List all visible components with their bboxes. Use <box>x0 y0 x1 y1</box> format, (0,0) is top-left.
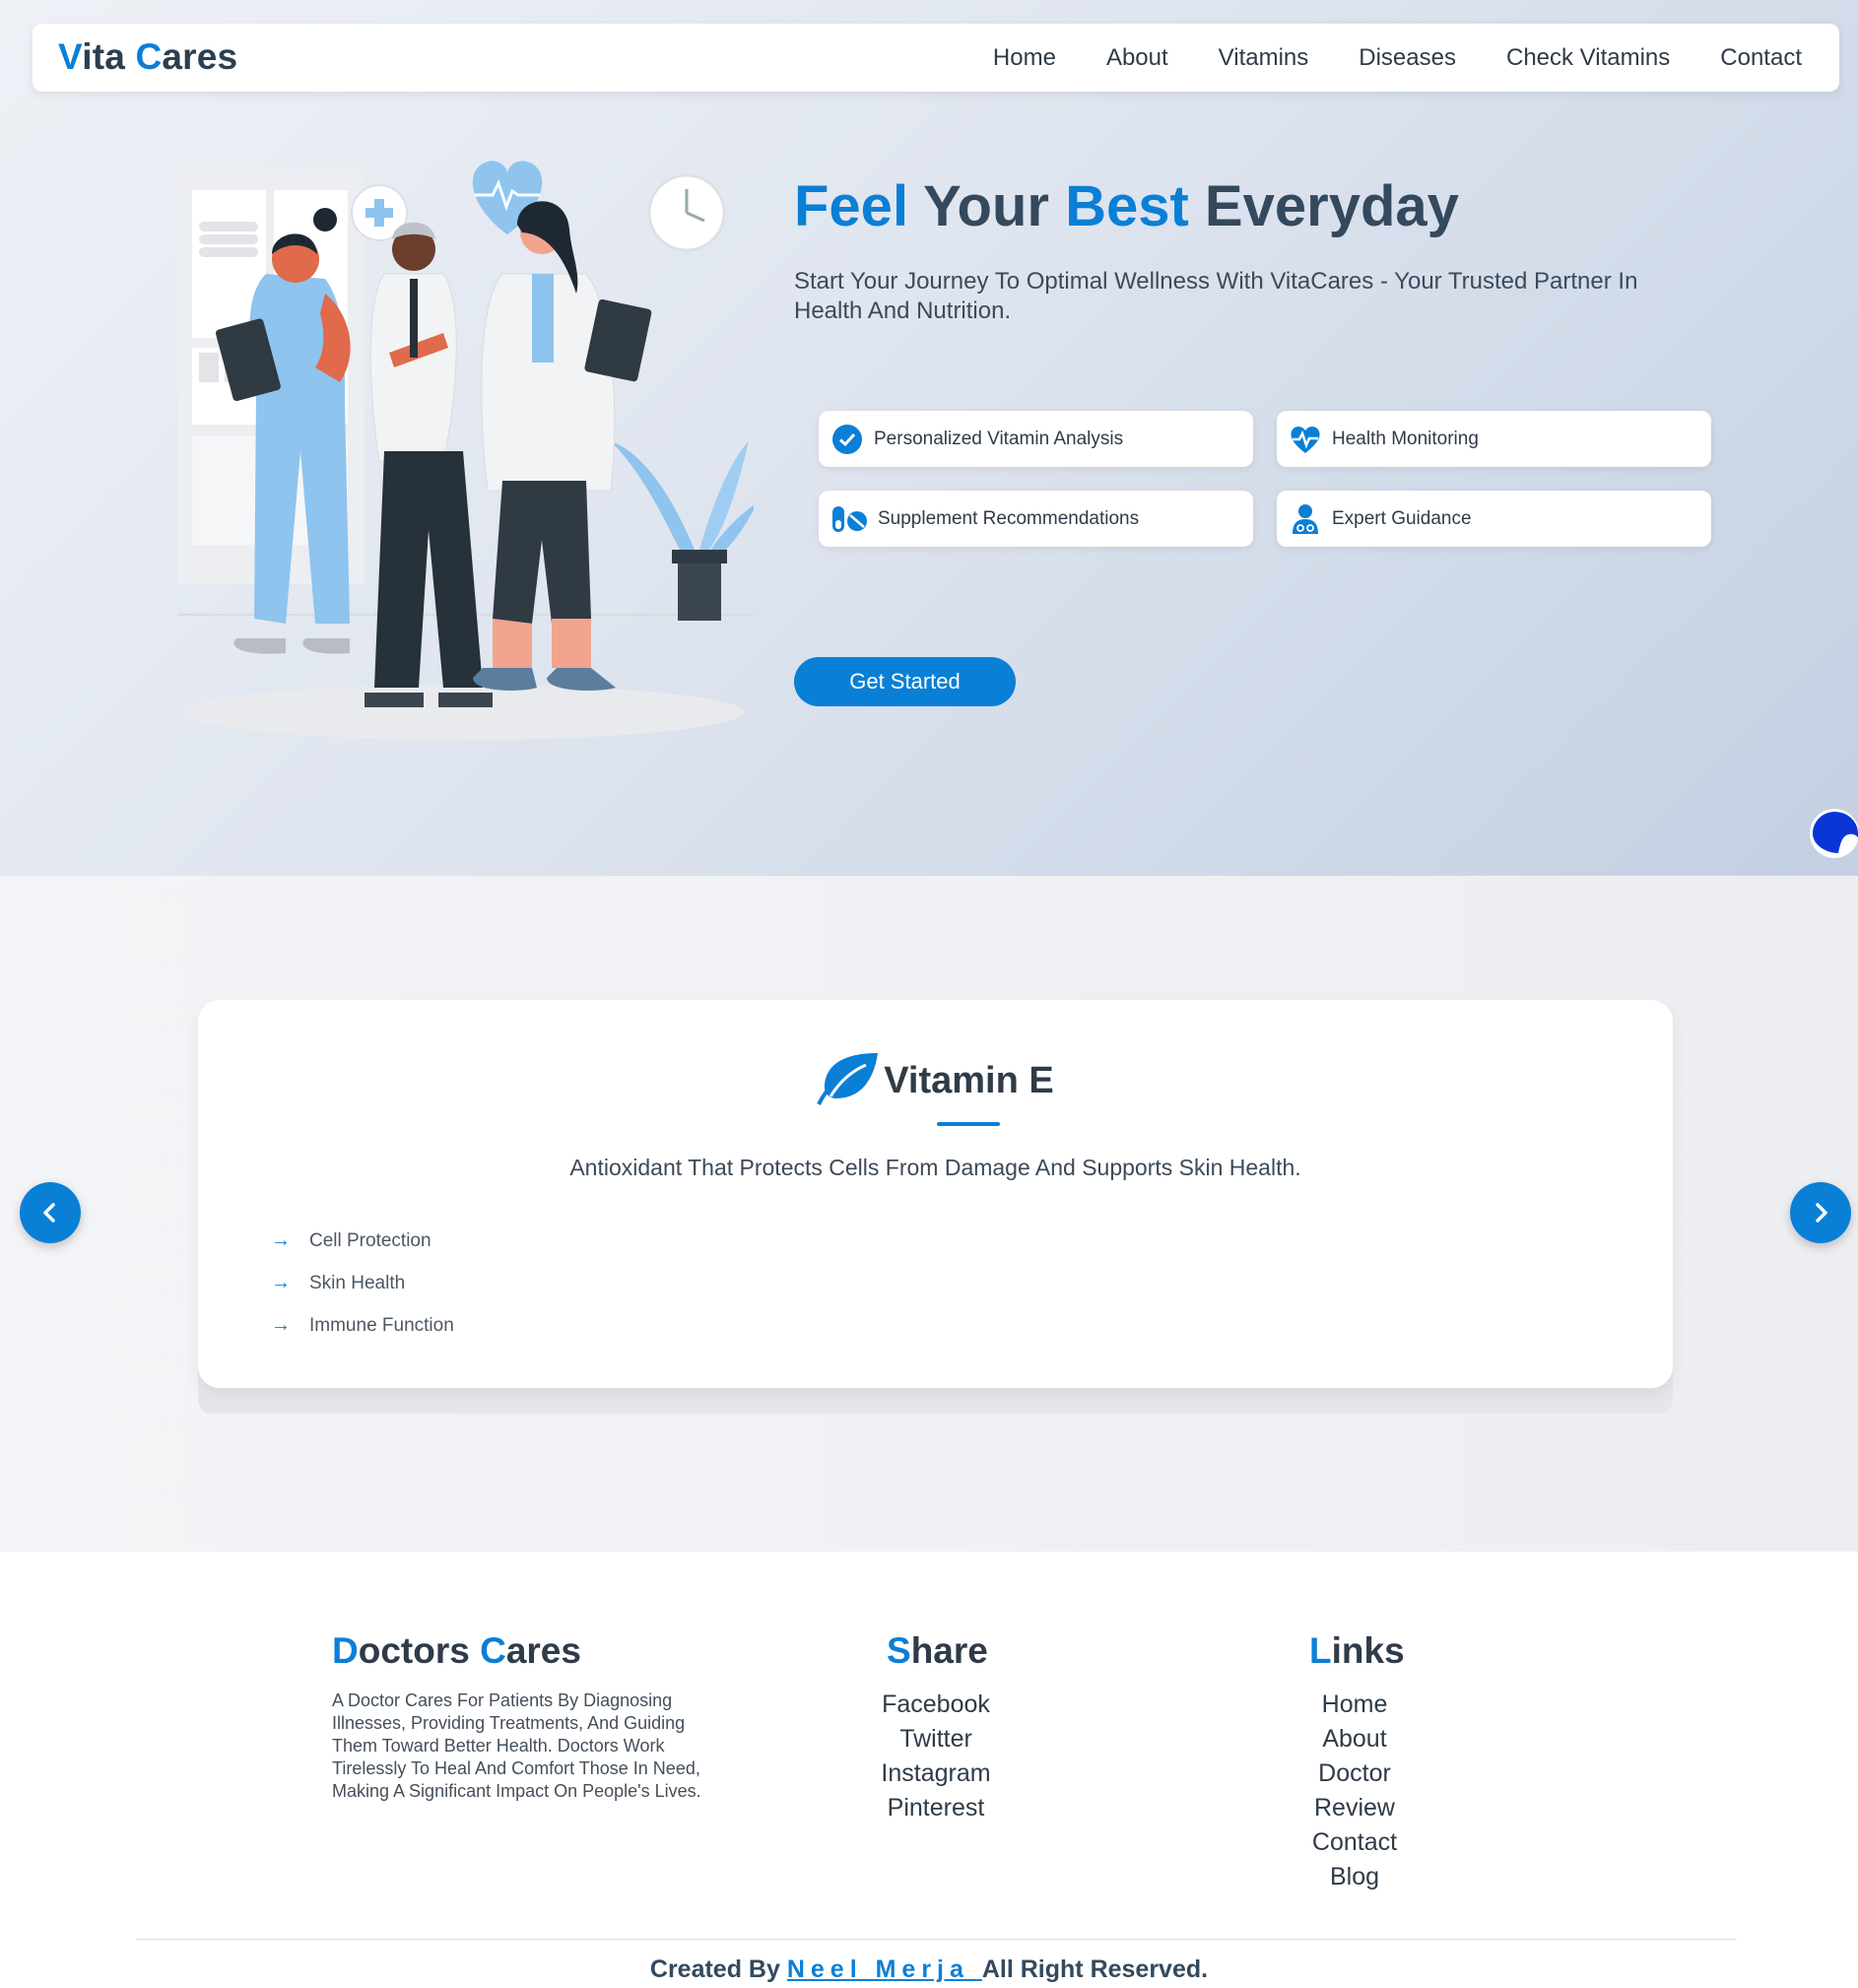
arrow-right-icon: → <box>271 1229 291 1251</box>
doctor-icon <box>1289 502 1322 536</box>
feature-label: Health Monitoring <box>1332 428 1479 449</box>
footer-link-review[interactable]: Review <box>1256 1791 1453 1825</box>
navbar: Vita Cares Home About Vitamins Diseases … <box>33 24 1839 92</box>
feature-label: Expert Guidance <box>1332 507 1472 529</box>
plant <box>611 441 754 621</box>
clock-icon <box>647 173 726 252</box>
hero-subtitle: Start Your Journey To Optimal Wellness W… <box>794 268 1638 324</box>
nav-link-contact[interactable]: Contact <box>1720 44 1802 72</box>
slider-next-button[interactable] <box>1790 1182 1851 1243</box>
footer-share-title: Share <box>887 1630 988 1671</box>
hero-headline: Feel Your Best Everyday <box>794 174 1459 238</box>
list-item: → Skin Health <box>271 1272 406 1293</box>
feature-label: Personalized Vitamin Analysis <box>874 428 1124 449</box>
nav-link-home[interactable]: Home <box>993 44 1056 72</box>
nav-links: Home About Vitamins Diseases Check Vitam… <box>943 24 1802 92</box>
feature-health-monitoring[interactable]: Health Monitoring <box>1277 411 1711 467</box>
feature-personalized-analysis[interactable]: Personalized Vitamin Analysis <box>819 411 1253 467</box>
vitamin-slider-section: Vitamin E Antioxidant That Protects Cell… <box>0 876 1858 1552</box>
share-link-facebook[interactable]: Facebook <box>837 1688 1034 1722</box>
feature-supplement-recommendations[interactable]: Supplement Recommendations <box>819 491 1253 547</box>
doctor-figure-3 <box>473 201 652 691</box>
footer-link-doctor[interactable]: Doctor <box>1256 1756 1453 1791</box>
chevron-left-icon <box>43 1203 55 1223</box>
footer-link-about[interactable]: About <box>1256 1722 1453 1756</box>
doctors-illustration <box>177 161 754 740</box>
nav-link-check-vitamins[interactable]: Check Vitamins <box>1506 44 1670 72</box>
footer-credit: Created By Neel Merja All Right Reserved… <box>649 1955 1209 1983</box>
get-started-button[interactable]: Get Started <box>794 657 1016 706</box>
list-item: → Immune Function <box>271 1314 454 1336</box>
title-underline <box>937 1122 1000 1126</box>
benefits-list: → Cell Protection → Skin Health → Immune Fu… <box>271 1220 454 1347</box>
footer: Doctors Cares A Doctor Cares For Patient… <box>0 1552 1858 1988</box>
footer-about-text: A Doctor Cares For Patients By Diagnosin… <box>332 1690 701 1801</box>
vitamin-description: Antioxidant That Protects Cells From Dam… <box>569 1155 1301 1180</box>
arrow-right-icon: → <box>271 1272 291 1293</box>
footer-about-title: Doctors Cares <box>332 1630 581 1671</box>
doctor-figure-2 <box>365 222 493 707</box>
footer-links-list: Home About Doctor Review Contact Blog <box>1256 1688 1453 1894</box>
feature-label: Supplement Recommendations <box>878 507 1140 529</box>
nav-link-about[interactable]: About <box>1106 44 1168 72</box>
footer-link-home[interactable]: Home <box>1256 1688 1453 1722</box>
share-link-twitter[interactable]: Twitter <box>837 1722 1034 1756</box>
share-link-instagram[interactable]: Instagram <box>837 1756 1034 1791</box>
pills-icon <box>830 502 868 536</box>
floating-chat-button[interactable] <box>1809 808 1858 859</box>
hero-section: Vita Cares Home About Vitamins Diseases … <box>0 0 1858 876</box>
list-item: → Cell Protection <box>271 1229 431 1251</box>
nav-link-diseases[interactable]: Diseases <box>1359 44 1456 72</box>
footer-share-list: Facebook Twitter Instagram Pinterest <box>837 1688 1034 1825</box>
vitamin-card: Vitamin E Antioxidant That Protects Cell… <box>198 1000 1673 1388</box>
chevron-right-icon <box>1816 1203 1827 1223</box>
feature-expert-guidance[interactable]: Expert Guidance <box>1277 491 1711 547</box>
heartbeat-icon <box>1289 423 1322 456</box>
footer-divider <box>136 1939 1737 1940</box>
logo[interactable]: Vita Cares <box>58 36 237 78</box>
slider-prev-button[interactable] <box>20 1182 81 1243</box>
check-circle-icon <box>830 423 864 456</box>
footer-links-title: Links <box>1309 1630 1405 1671</box>
arrow-right-icon: → <box>271 1314 291 1336</box>
footer-link-contact[interactable]: Contact <box>1256 1825 1453 1860</box>
author-link[interactable]: Neel Merja <box>787 1955 982 1983</box>
nav-link-vitamins[interactable]: Vitamins <box>1219 44 1309 72</box>
leaf-icon <box>817 1051 882 1111</box>
share-link-pinterest[interactable]: Pinterest <box>837 1791 1034 1825</box>
footer-link-blog[interactable]: Blog <box>1256 1860 1453 1894</box>
vitamin-title: Vitamin E <box>198 1051 1673 1111</box>
